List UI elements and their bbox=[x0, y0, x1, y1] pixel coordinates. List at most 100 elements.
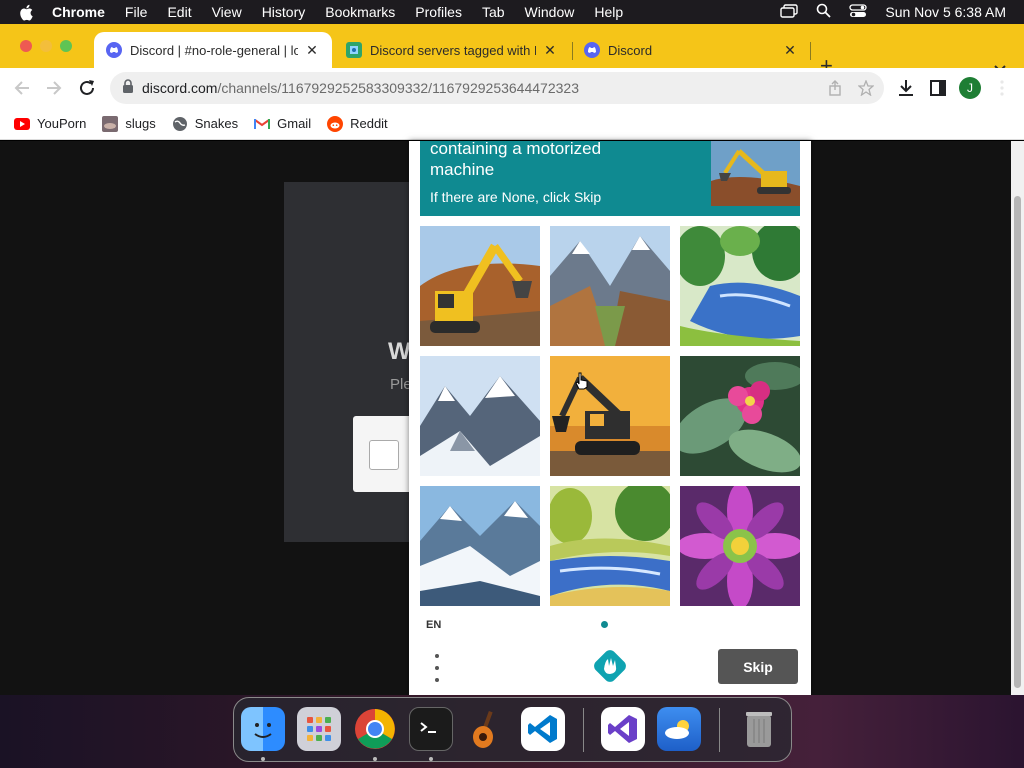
tab-title: Discord servers tagged with H bbox=[370, 42, 536, 58]
challenge-tile-4-snowy-mountains[interactable] bbox=[420, 356, 540, 476]
reddit-icon bbox=[327, 115, 344, 132]
tab-discord-general[interactable]: Discord | #no-role-general | lo ✕ bbox=[94, 32, 332, 68]
hand-cursor-icon bbox=[575, 372, 589, 395]
control-center-icon[interactable] bbox=[849, 3, 868, 21]
gmail-icon bbox=[254, 116, 271, 132]
close-window-button[interactable] bbox=[20, 40, 32, 52]
menu-profiles[interactable]: Profiles bbox=[415, 4, 462, 20]
bookmark-label: Reddit bbox=[350, 116, 388, 131]
tab-discord[interactable]: Discord ✕ bbox=[572, 32, 810, 68]
tab-separator bbox=[810, 42, 811, 60]
bookmarks-bar: YouPorn slugs Snakes Gmail Reddit bbox=[0, 108, 1024, 140]
challenge-tile-7-snowy-mountains[interactable] bbox=[420, 486, 540, 606]
menu-window[interactable]: Window bbox=[525, 4, 575, 20]
tab-strip: Discord | #no-role-general | lo ✕ Discor… bbox=[0, 24, 1024, 77]
dock-separator bbox=[719, 708, 720, 752]
clock-datetime[interactable]: Sun Nov 5 6:38 AM bbox=[885, 4, 1006, 20]
side-panel-icon[interactable] bbox=[930, 80, 946, 101]
skip-button[interactable]: Skip bbox=[718, 649, 798, 684]
challenge-prompt: containing a motorized machine bbox=[430, 141, 602, 179]
forward-arrow-icon[interactable] bbox=[46, 80, 62, 101]
hcaptcha-checkbox-widget bbox=[353, 416, 413, 492]
challenge-tile-2-mountain-valley[interactable] bbox=[550, 226, 670, 346]
bookmark-slugs[interactable]: slugs bbox=[102, 115, 156, 132]
bookmark-snakes[interactable]: Snakes bbox=[172, 116, 238, 132]
dock bbox=[233, 697, 792, 762]
screen-mirroring-icon[interactable] bbox=[780, 3, 799, 21]
tab-title: Discord bbox=[608, 42, 653, 58]
url-text[interactable]: discord.com/channels/1167929252583309332… bbox=[142, 80, 579, 96]
terminal-icon[interactable] bbox=[409, 707, 453, 751]
back-arrow-icon[interactable] bbox=[14, 80, 30, 101]
challenge-tile-1-excavator[interactable] bbox=[420, 226, 540, 346]
garageband-icon[interactable] bbox=[465, 707, 509, 751]
bookmark-star-icon[interactable] bbox=[857, 79, 875, 101]
minimize-window-button[interactable] bbox=[40, 40, 52, 52]
menu-file[interactable]: File bbox=[125, 4, 148, 20]
hcaptcha-logo-icon bbox=[593, 649, 627, 683]
page-scrollbar[interactable] bbox=[1011, 141, 1024, 695]
menu-app-name[interactable]: Chrome bbox=[52, 4, 105, 20]
browser-toolbar: discord.com/channels/1167929252583309332… bbox=[0, 68, 1024, 108]
discord-icon bbox=[106, 42, 122, 58]
menu-history[interactable]: History bbox=[262, 4, 306, 20]
profile-avatar[interactable]: J bbox=[959, 77, 981, 99]
vscode-icon[interactable] bbox=[521, 707, 565, 751]
running-indicator bbox=[261, 757, 265, 761]
discord-icon bbox=[584, 42, 600, 58]
menu-tab[interactable]: Tab bbox=[482, 4, 505, 20]
running-indicator bbox=[373, 757, 377, 761]
challenge-tile-5-excavator[interactable] bbox=[550, 356, 670, 476]
running-indicator bbox=[429, 757, 433, 761]
menu-help[interactable]: Help bbox=[594, 4, 623, 20]
chrome-menu-icon[interactable] bbox=[1000, 80, 1004, 101]
menu-bookmarks[interactable]: Bookmarks bbox=[325, 4, 395, 20]
challenge-menu-icon[interactable] bbox=[433, 654, 441, 682]
dock-separator bbox=[583, 708, 584, 752]
bookmark-label: Gmail bbox=[277, 116, 312, 131]
menu-bar: Chrome File Edit View History Bookmarks … bbox=[0, 0, 1024, 24]
bookmark-reddit[interactable]: Reddit bbox=[327, 115, 388, 132]
weather-icon[interactable] bbox=[657, 707, 701, 751]
globe-icon bbox=[172, 116, 188, 132]
challenge-tile-6-pink-flower[interactable] bbox=[680, 356, 800, 476]
lock-icon[interactable] bbox=[122, 78, 134, 98]
modal-heading: W bbox=[388, 338, 411, 365]
bookmark-gmail[interactable]: Gmail bbox=[254, 116, 311, 132]
close-tab-icon[interactable]: ✕ bbox=[304, 42, 320, 59]
example-image-excavator bbox=[711, 141, 800, 206]
tab-discord-servers[interactable]: Discord servers tagged with H ✕ bbox=[334, 32, 570, 68]
bookmark-label: slugs bbox=[125, 116, 156, 131]
challenge-tile-8-river-landscape[interactable] bbox=[550, 486, 670, 606]
menu-view[interactable]: View bbox=[212, 4, 242, 20]
challenge-tile-3-river-landscape[interactable] bbox=[680, 226, 800, 346]
chrome-icon[interactable] bbox=[353, 707, 397, 751]
tab-title: Discord | #no-role-general | lo bbox=[130, 42, 298, 58]
bookmark-youporn[interactable]: YouPorn bbox=[14, 116, 86, 132]
spotlight-search-icon[interactable] bbox=[816, 3, 831, 21]
youtube-icon bbox=[14, 116, 30, 132]
visual-studio-icon[interactable] bbox=[601, 707, 645, 751]
reload-icon[interactable] bbox=[78, 79, 96, 102]
challenge-tile-9-purple-flower[interactable] bbox=[680, 486, 800, 606]
hcaptcha-checkbox[interactable] bbox=[369, 440, 399, 470]
close-tab-icon[interactable]: ✕ bbox=[542, 42, 558, 59]
apple-icon[interactable] bbox=[18, 3, 34, 21]
menu-edit[interactable]: Edit bbox=[167, 4, 191, 20]
hcaptcha-challenge: containing a motorized machine If there … bbox=[409, 141, 811, 695]
disboard-icon bbox=[346, 42, 362, 58]
download-icon[interactable] bbox=[897, 79, 915, 102]
slug-icon bbox=[102, 115, 119, 132]
close-tab-icon[interactable]: ✕ bbox=[782, 42, 798, 59]
zoom-window-button[interactable] bbox=[60, 40, 72, 52]
share-icon[interactable] bbox=[828, 80, 842, 101]
challenge-progress-dot bbox=[601, 621, 608, 628]
url-path: /channels/1167929252583309332/1167929253… bbox=[217, 80, 579, 96]
finder-icon[interactable] bbox=[241, 707, 285, 751]
url-domain: discord.com bbox=[142, 80, 218, 96]
scrollbar-thumb[interactable] bbox=[1014, 196, 1021, 688]
launchpad-icon[interactable] bbox=[297, 707, 341, 751]
language-selector[interactable]: EN bbox=[426, 619, 441, 631]
address-bar[interactable]: discord.com/channels/1167929252583309332… bbox=[110, 72, 884, 104]
trash-icon[interactable] bbox=[737, 707, 781, 751]
